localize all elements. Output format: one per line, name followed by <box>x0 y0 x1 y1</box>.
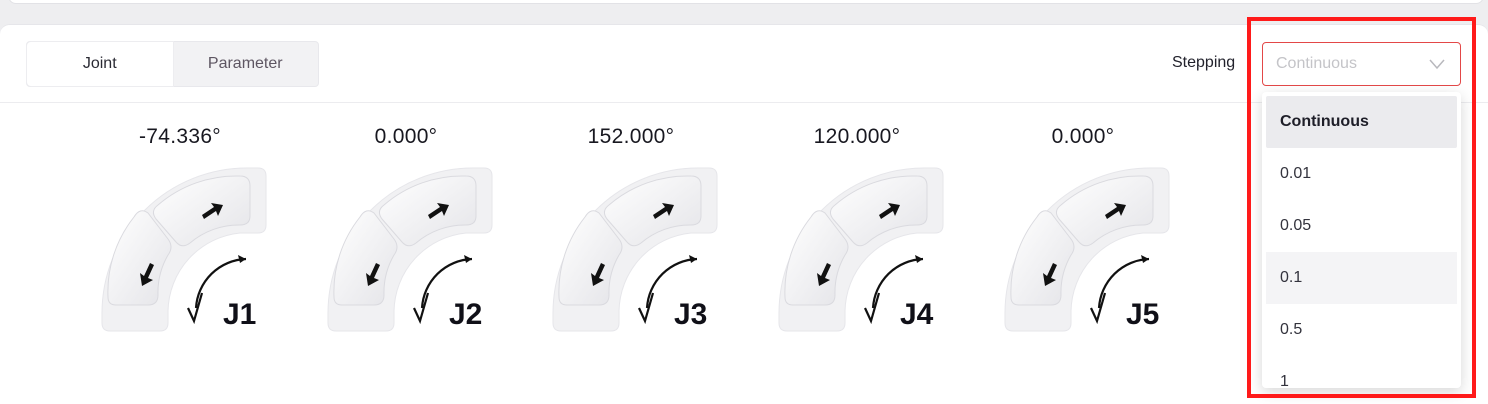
stepping-option-0-1[interactable]: 0.1 <box>1266 252 1457 304</box>
joint-angle-value: 0.000° <box>374 125 438 148</box>
joint-label: J2 <box>449 298 483 331</box>
tab-joint[interactable]: Joint <box>27 42 173 86</box>
joint-j2: 0.000° J2 <box>316 125 496 365</box>
joint-angle-value: 120.000° <box>813 125 901 148</box>
joint-j1: -74.336° J1 <box>90 125 270 365</box>
stepping-option-1[interactable]: 1 <box>1266 356 1457 388</box>
stepping-option-0-01[interactable]: 0.01 <box>1266 148 1457 200</box>
joint-label: J1 <box>223 298 257 331</box>
stepping-label: Stepping <box>1172 54 1236 71</box>
joint-angle-value: 0.000° <box>1051 125 1115 148</box>
joint-label: J3 <box>674 298 708 331</box>
joint-label: J5 <box>1126 298 1160 331</box>
stepping-select-value: Continuous <box>1276 55 1357 72</box>
joint-angle-value: 152.000° <box>587 125 675 148</box>
stepping-option-continuous[interactable]: Continuous <box>1266 96 1457 148</box>
joint-label: J4 <box>900 298 934 331</box>
joint-j5: 0.000° J5 <box>993 125 1173 365</box>
stepping-dropdown-menu: Continuous 0.01 0.05 0.1 0.5 1 <box>1262 92 1461 388</box>
previous-card-edge <box>8 0 1484 4</box>
stepping-option-0-05[interactable]: 0.05 <box>1266 200 1457 252</box>
joint-j3: 152.000° J3 <box>541 125 721 365</box>
mode-tabs: Joint Parameter <box>26 41 319 87</box>
chevron-down-icon <box>1429 59 1445 70</box>
stepping-option-0-5[interactable]: 0.5 <box>1266 304 1457 356</box>
tab-parameter[interactable]: Parameter <box>173 42 319 86</box>
stepping-select[interactable]: Continuous <box>1262 42 1461 86</box>
joint-angle-value: -74.336° <box>138 125 222 148</box>
joint-j4: 120.000° J4 <box>767 125 947 365</box>
